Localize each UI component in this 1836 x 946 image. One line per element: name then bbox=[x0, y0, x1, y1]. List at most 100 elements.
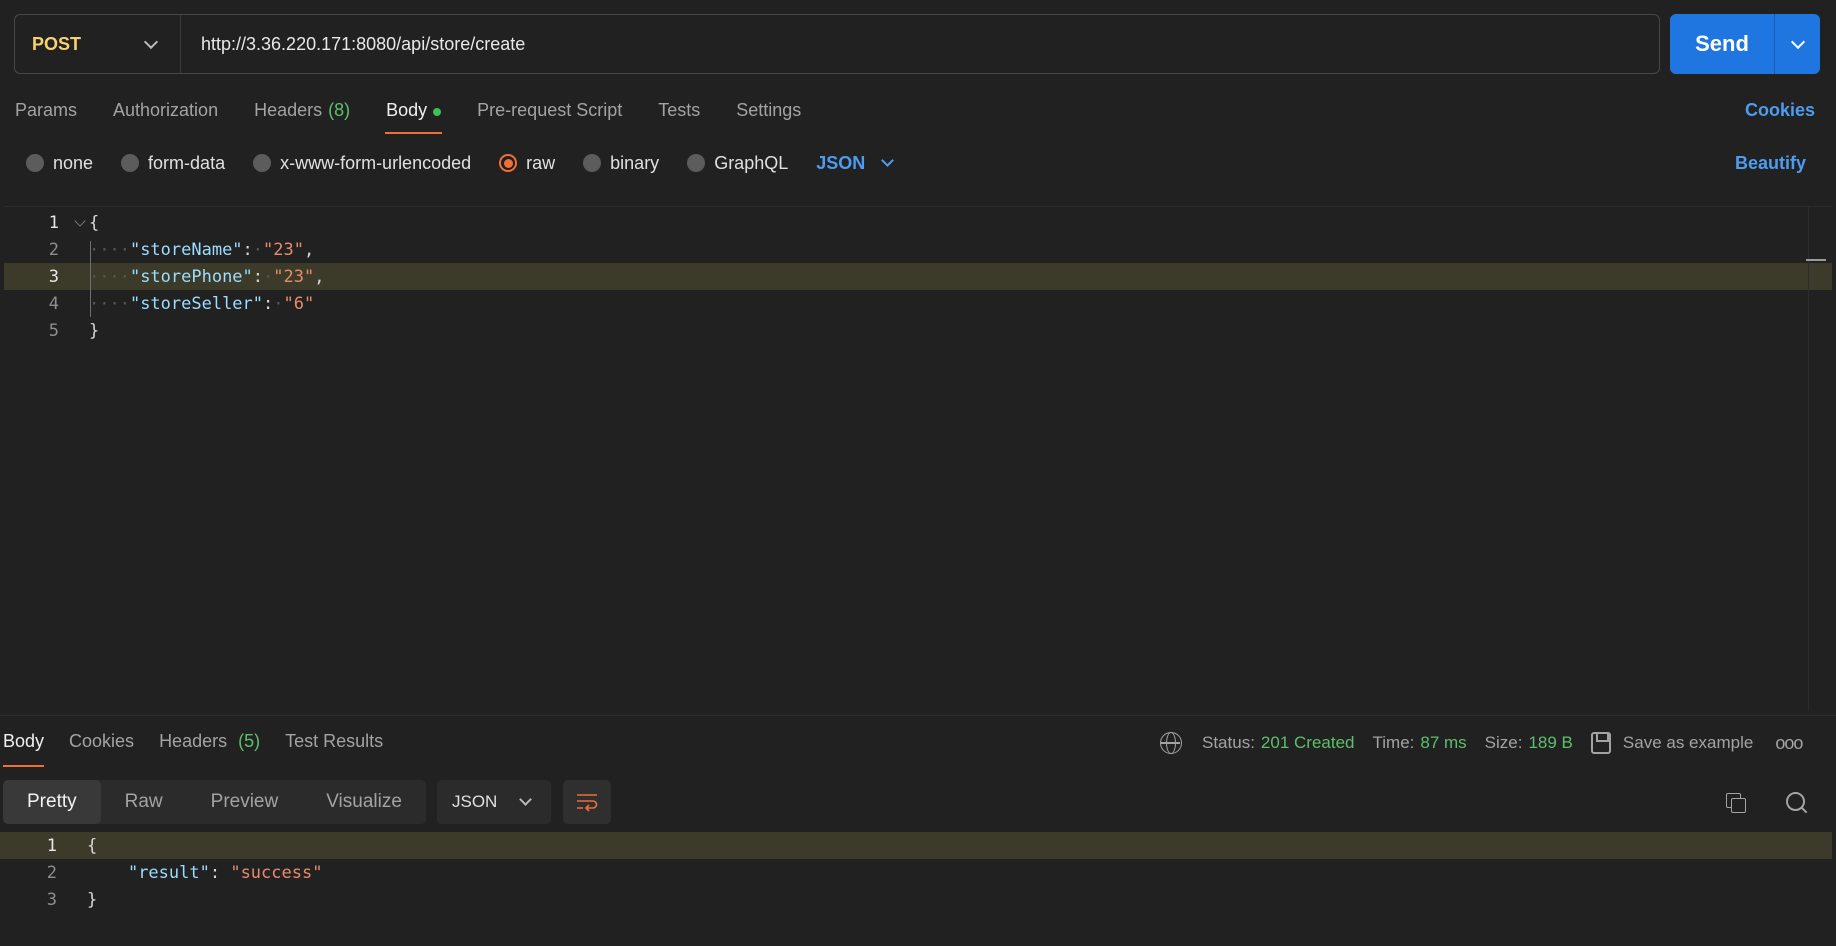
tab-params[interactable]: Params bbox=[15, 96, 77, 134]
chevron-down-icon bbox=[1790, 34, 1805, 49]
response-tab-cookies[interactable]: Cookies bbox=[69, 731, 134, 767]
json-value: "6" bbox=[283, 293, 315, 314]
json-value: "23" bbox=[263, 239, 304, 260]
globe-icon[interactable] bbox=[1160, 732, 1182, 754]
response-view-modes: Pretty Raw Preview Visualize bbox=[3, 780, 426, 824]
code-text: ····"storeName":·"23", bbox=[89, 239, 315, 260]
modified-dot-icon bbox=[433, 108, 442, 116]
code-line-highlighted: 3 ····"storePhone":·"23", bbox=[4, 263, 1832, 290]
radio-none[interactable]: none bbox=[26, 153, 93, 174]
radio-circle bbox=[26, 154, 44, 172]
json-value: "success" bbox=[230, 862, 323, 883]
code-line-highlighted: 1 { bbox=[0, 832, 1832, 859]
tab-tests[interactable]: Tests bbox=[658, 96, 700, 134]
response-tab-body[interactable]: Body bbox=[3, 731, 45, 767]
beautify-button[interactable]: Beautify bbox=[1735, 153, 1806, 174]
send-button[interactable]: Send bbox=[1670, 14, 1820, 74]
save-icon[interactable] bbox=[1590, 732, 1611, 754]
time-label: Time: bbox=[1372, 733, 1415, 752]
tab-label: Body bbox=[386, 100, 428, 120]
view-raw[interactable]: Raw bbox=[101, 780, 187, 824]
send-label: Send bbox=[1695, 31, 1749, 56]
body-type-radios: none form-data x-www-form-urlencoded raw… bbox=[26, 152, 895, 174]
radio-circle bbox=[687, 154, 706, 172]
response-time[interactable]: Time: 87 ms bbox=[1373, 733, 1467, 753]
send-options-button[interactable] bbox=[1775, 34, 1820, 49]
radio-circle bbox=[583, 154, 602, 172]
response-tab-test-results[interactable]: Test Results bbox=[285, 731, 383, 767]
tab-label: Settings bbox=[736, 100, 802, 120]
json-value: "23" bbox=[273, 266, 315, 287]
tab-authorization[interactable]: Authorization bbox=[113, 96, 218, 134]
line-number: 2 bbox=[48, 239, 59, 260]
radio-label: GraphQL bbox=[714, 152, 789, 173]
editor-scrollbar[interactable] bbox=[1808, 207, 1828, 711]
more-options-icon[interactable]: ooo bbox=[1775, 733, 1803, 754]
radio-binary[interactable]: binary bbox=[583, 153, 659, 174]
status-badge[interactable]: Status: 201 Created bbox=[1202, 733, 1355, 753]
radio-raw[interactable]: raw bbox=[499, 153, 555, 174]
chevron-down-icon bbox=[519, 793, 533, 806]
response-tab-headers[interactable]: Headers (5) bbox=[159, 731, 260, 767]
save-as-example-button[interactable]: Save as example bbox=[1623, 733, 1753, 753]
tab-pre-request-script[interactable]: Pre-request Script bbox=[477, 96, 622, 134]
chevron-down-icon bbox=[143, 34, 159, 49]
search-icon[interactable] bbox=[1786, 792, 1808, 814]
tab-label: Tests bbox=[658, 100, 701, 120]
radio-circle bbox=[121, 154, 140, 172]
fold-chevron-icon[interactable] bbox=[74, 217, 86, 229]
json-key: "storeSeller" bbox=[129, 293, 264, 314]
radio-label: x-www-form-urlencoded bbox=[280, 152, 472, 173]
tab-label: Headers bbox=[159, 731, 228, 751]
code-line: 5 } bbox=[4, 317, 1832, 344]
radio-x-www-form-urlencoded[interactable]: x-www-form-urlencoded bbox=[253, 153, 471, 174]
response-size[interactable]: Size: 189 B bbox=[1485, 733, 1573, 753]
view-pretty[interactable]: Pretty bbox=[3, 780, 101, 824]
line-number: 4 bbox=[48, 293, 59, 314]
code-text: } bbox=[87, 889, 98, 910]
radio-label: raw bbox=[526, 152, 556, 173]
request-body-editor[interactable]: 1 { 2 ····"storeName":·"23", 3 ····"stor… bbox=[4, 206, 1832, 711]
radio-graphql[interactable]: GraphQL bbox=[687, 153, 788, 174]
line-number: 3 bbox=[48, 266, 59, 287]
wrap-lines-button[interactable] bbox=[563, 780, 611, 824]
headers-count: (8) bbox=[328, 100, 351, 120]
code-text: "result": "success" bbox=[127, 862, 323, 883]
copy-icon[interactable] bbox=[1726, 793, 1746, 813]
radio-label: none bbox=[53, 152, 94, 173]
panel-divider[interactable] bbox=[0, 715, 1836, 716]
size-value: 189 B bbox=[1528, 733, 1573, 752]
response-body-viewer[interactable]: 1 { 2 "result": "success" 3 } bbox=[0, 832, 1836, 946]
cookies-link[interactable]: Cookies bbox=[1745, 100, 1815, 121]
response-format-select[interactable]: JSON bbox=[437, 780, 551, 824]
response-tabs: Body Cookies Headers (5) Test Results bbox=[3, 731, 408, 767]
radio-form-data[interactable]: form-data bbox=[121, 153, 225, 174]
radio-label: binary bbox=[610, 152, 660, 173]
tab-label: Authorization bbox=[113, 100, 219, 120]
line-number: 3 bbox=[46, 889, 57, 910]
json-key: "result" bbox=[127, 862, 210, 883]
line-number: 1 bbox=[46, 835, 57, 856]
response-format-label: JSON bbox=[452, 792, 498, 811]
tab-body[interactable]: Body bbox=[385, 96, 443, 134]
code-text: { bbox=[87, 835, 98, 856]
indent-guide bbox=[90, 241, 91, 317]
status-value: 201 Created bbox=[1260, 733, 1355, 752]
radio-circle-selected bbox=[499, 154, 518, 172]
url-bar: POST bbox=[14, 14, 1660, 74]
status-label: Status: bbox=[1202, 733, 1255, 752]
code-line: 2 "result": "success" bbox=[0, 859, 1832, 886]
line-number: 2 bbox=[46, 862, 57, 883]
tab-label: Body bbox=[3, 731, 45, 751]
url-input[interactable] bbox=[181, 15, 1659, 73]
tab-label: Headers bbox=[254, 100, 323, 120]
code-text: } bbox=[89, 320, 100, 341]
method-select[interactable]: POST bbox=[15, 15, 181, 73]
scrollbar-marker bbox=[1806, 259, 1826, 261]
view-visualize[interactable]: Visualize bbox=[302, 780, 426, 824]
view-preview[interactable]: Preview bbox=[187, 780, 303, 824]
code-line: 2 ····"storeName":·"23", bbox=[4, 236, 1832, 263]
tab-settings[interactable]: Settings bbox=[736, 96, 801, 134]
tab-headers[interactable]: Headers (8) bbox=[254, 96, 350, 134]
body-format-select[interactable]: JSON bbox=[816, 153, 895, 174]
